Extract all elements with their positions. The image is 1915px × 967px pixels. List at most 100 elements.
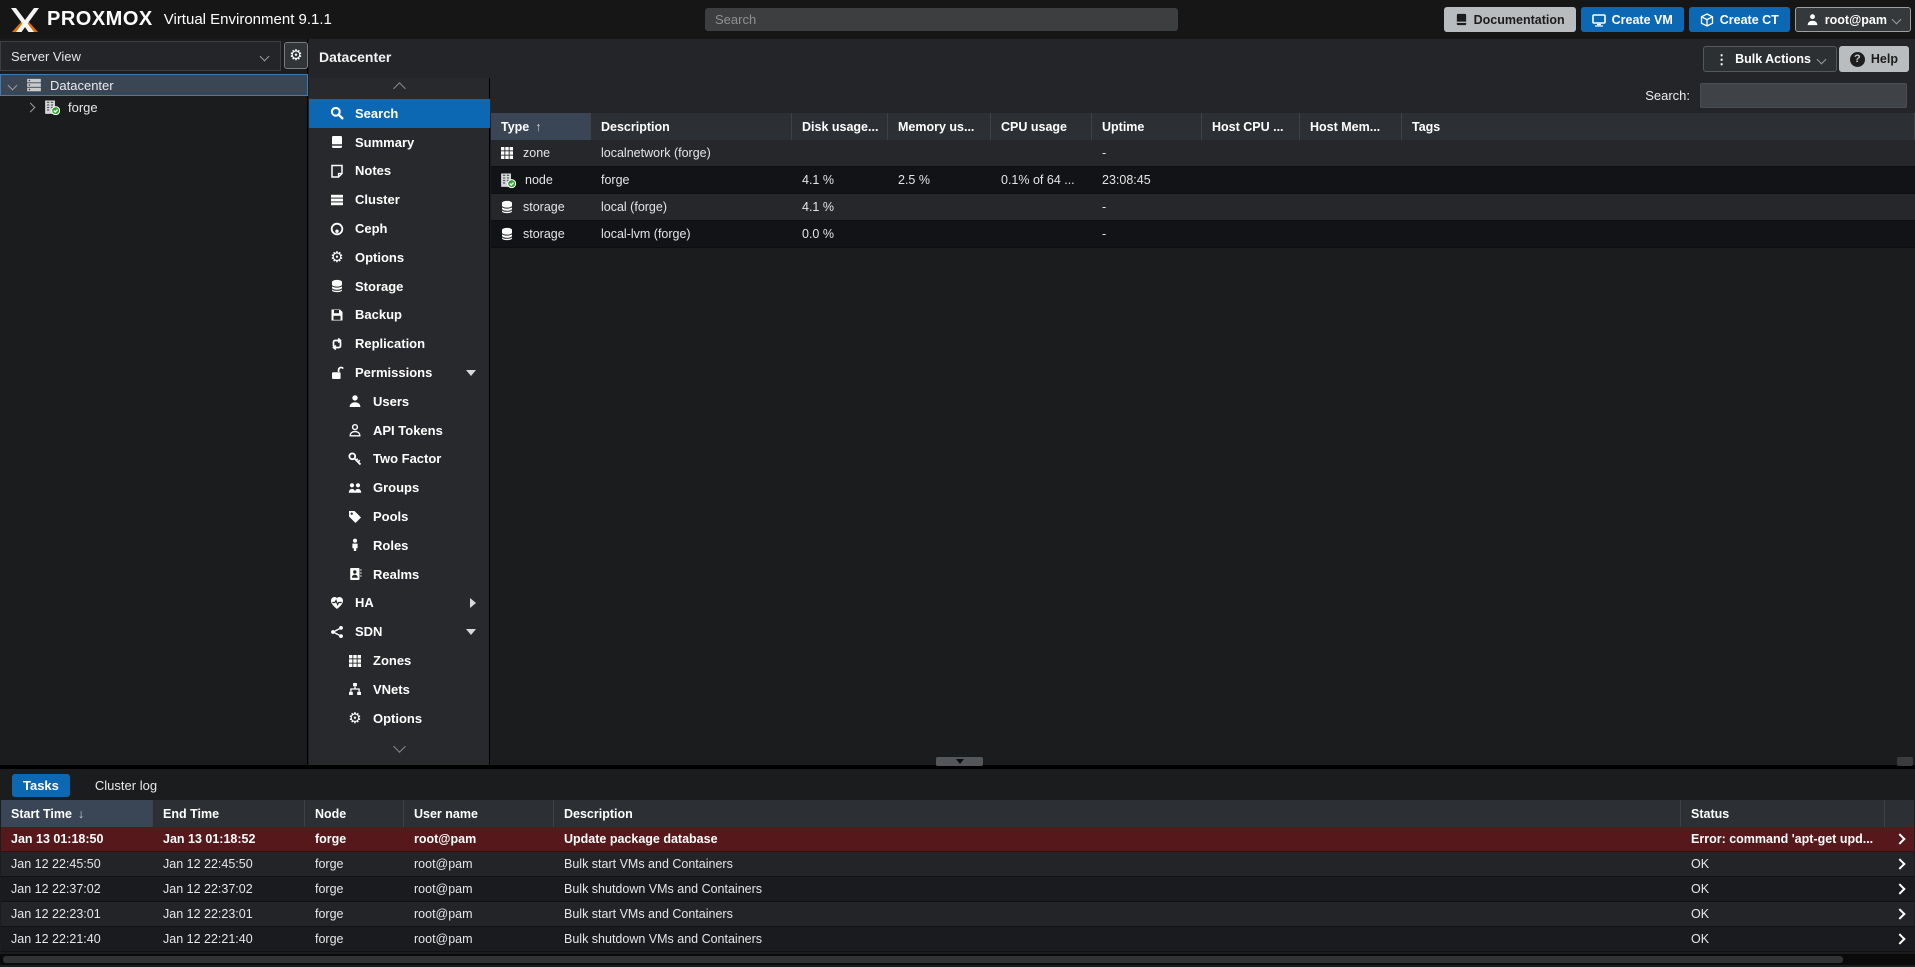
chevron-down-icon [1891, 14, 1902, 25]
task-row-4[interactable]: Jan 12 22:21:40 Jan 12 22:21:40 forge root@… [1, 927, 1914, 952]
nav-item-realms[interactable]: Realms [309, 560, 490, 589]
nav-item-pools[interactable]: Pools [309, 502, 490, 531]
table-row-storage-3[interactable]: storage local-lvm (forge) 0.0 % - [491, 221, 1915, 248]
nav-item-groups[interactable]: Groups [309, 473, 490, 502]
nav-item-options[interactable]: ⚙ Options [309, 704, 490, 733]
cell [1300, 167, 1402, 193]
monitor-icon [1591, 13, 1606, 27]
nav-item-search[interactable]: Search [309, 99, 490, 128]
view-settings-button[interactable]: ⚙ [284, 42, 308, 69]
global-search-input[interactable] [705, 8, 1178, 31]
cell: Bulk shutdown VMs and Containers [564, 882, 763, 896]
open-task-chevron[interactable] [1885, 902, 1914, 926]
tree-item-datacenter[interactable]: Datacenter [0, 74, 308, 96]
scrollbar-corner[interactable] [1897, 757, 1913, 766]
nav-item-storage[interactable]: Storage [309, 272, 490, 301]
user-menu-button[interactable]: root@pam [1794, 7, 1911, 32]
nav-item-ceph[interactable]: Ceph [309, 214, 490, 243]
cell [1402, 221, 1915, 247]
nav-scroll-up[interactable] [309, 82, 490, 95]
bulk-actions-button[interactable]: ⋮ Bulk Actions [1703, 46, 1837, 72]
column-header-host-cpu[interactable]: Host CPU ... [1202, 113, 1300, 140]
open-task-chevron[interactable] [1885, 927, 1914, 951]
column-header-cpu-usage[interactable]: CPU usage [991, 113, 1092, 140]
scrollbar-handle[interactable] [3, 956, 1843, 963]
chevron-up-icon [393, 82, 406, 95]
content-area: Search: Type ↑ Description Disk usage... Mem… [490, 78, 1915, 765]
documentation-button[interactable]: Documentation [1443, 7, 1576, 32]
task-row-1[interactable]: Jan 12 22:45:50 Jan 12 22:45:50 forge root@… [1, 852, 1914, 877]
nav-items: Search Summary Notes Cluster Ceph ⚙ Options Sto… [309, 99, 490, 733]
open-task-chevron[interactable] [1885, 877, 1914, 901]
task-row-3[interactable]: Jan 12 22:23:01 Jan 12 22:23:01 forge root@… [1, 902, 1914, 927]
cell [1300, 140, 1402, 166]
nav-item-label: SDN [355, 624, 383, 640]
chevron-right-icon [1893, 858, 1906, 870]
horizontal-scrollbar[interactable] [0, 954, 1915, 965]
expander-chevron-down-icon[interactable] [7, 80, 18, 90]
nav-item-sdn[interactable]: SDN [309, 617, 490, 646]
proxmox-logo: PROXMOX Virtual Environment 9.1.1 [10, 0, 332, 39]
nav-item-ha[interactable]: HA [309, 589, 490, 618]
cluster-icon [329, 193, 345, 207]
nav-item-label: Ceph [355, 221, 388, 237]
nav-item-notes[interactable]: Notes [309, 157, 490, 186]
help-button[interactable]: ? Help [1838, 46, 1909, 72]
nav-scroll-down[interactable] [309, 740, 490, 753]
column-header-tags[interactable]: Tags [1402, 113, 1915, 140]
view-selector-row: Server View ⚙ [0, 39, 308, 74]
table-row-storage-2[interactable]: storage local (forge) 4.1 % - [491, 194, 1915, 221]
create-ct-button[interactable]: Create CT [1688, 7, 1790, 32]
type-cell: node [491, 167, 591, 193]
table-row-node-1[interactable]: node forge 4.1 % 2.5 % 0.1% of 64 ... 23:08:4… [491, 167, 1915, 194]
column-header-user-name[interactable]: User name [404, 800, 554, 827]
heartbeat-icon [329, 596, 345, 610]
task-row-2[interactable]: Jan 12 22:37:02 Jan 12 22:37:02 forge root@… [1, 877, 1914, 902]
nav-item-permissions[interactable]: Permissions [309, 358, 490, 387]
nav-item-options[interactable]: ⚙ Options [309, 243, 490, 272]
task-row-0[interactable]: Jan 13 01:18:50 Jan 13 01:18:52 forge root@… [1, 827, 1914, 852]
cell: forge [315, 932, 344, 946]
column-header-description[interactable]: Description [554, 800, 1681, 827]
column-header-status[interactable]: Status [1681, 800, 1885, 827]
nav-item-vnets[interactable]: VNets [309, 675, 490, 704]
panel-collapse-handle[interactable] [936, 757, 983, 766]
tab-tasks[interactable]: Tasks [12, 773, 70, 797]
cell: forge [601, 173, 630, 187]
tab-cluster-log[interactable]: Cluster log [84, 774, 168, 797]
nav-item-roles[interactable]: Roles [309, 531, 490, 560]
cell [888, 221, 991, 247]
nav-item-backup[interactable]: Backup [309, 301, 490, 330]
table-row-zone-0[interactable]: zone localnetwork (forge) - [491, 140, 1915, 167]
cell [991, 140, 1092, 166]
open-task-chevron[interactable] [1885, 852, 1914, 876]
column-header-uptime[interactable]: Uptime [1092, 113, 1202, 140]
nav-item-replication[interactable]: Replication [309, 329, 490, 358]
search-filter-input[interactable] [1700, 83, 1907, 108]
column-header-type[interactable]: Type ↑ [491, 113, 591, 140]
expander-chevron-right-icon[interactable] [25, 102, 36, 112]
nav-item-label: Replication [355, 336, 426, 352]
view-selector[interactable]: Server View [0, 41, 281, 71]
column-header-node[interactable]: Node [305, 800, 404, 827]
column-header-disk-usage[interactable]: Disk usage... [792, 113, 888, 140]
column-header-start-time[interactable]: Start Time ↓ [1, 800, 153, 827]
cell: Jan 12 22:23:01 [163, 907, 253, 921]
tree-item-forge[interactable]: forge [0, 96, 308, 118]
nav-item-label: Roles [373, 537, 409, 553]
nav-item-summary[interactable]: Summary [309, 128, 490, 157]
column-header-host-mem[interactable]: Host Mem... [1300, 113, 1402, 140]
column-header-end-time[interactable]: End Time [153, 800, 305, 827]
nav-item-api-tokens[interactable]: API Tokens [309, 416, 490, 445]
cell: localnetwork (forge) [601, 146, 711, 160]
nav-item-users[interactable]: Users [309, 387, 490, 416]
create-vm-button[interactable]: Create VM [1580, 7, 1684, 32]
column-header-memory-us[interactable]: Memory us... [888, 113, 991, 140]
open-task-chevron[interactable] [1885, 827, 1914, 851]
nav-item-two-factor[interactable]: Two Factor [309, 445, 490, 474]
caret-down-icon [466, 628, 476, 635]
nav-item-zones[interactable]: Zones [309, 646, 490, 675]
nav-item-cluster[interactable]: Cluster [309, 185, 490, 214]
type-cell: zone [491, 140, 591, 166]
column-header-description[interactable]: Description [591, 113, 792, 140]
